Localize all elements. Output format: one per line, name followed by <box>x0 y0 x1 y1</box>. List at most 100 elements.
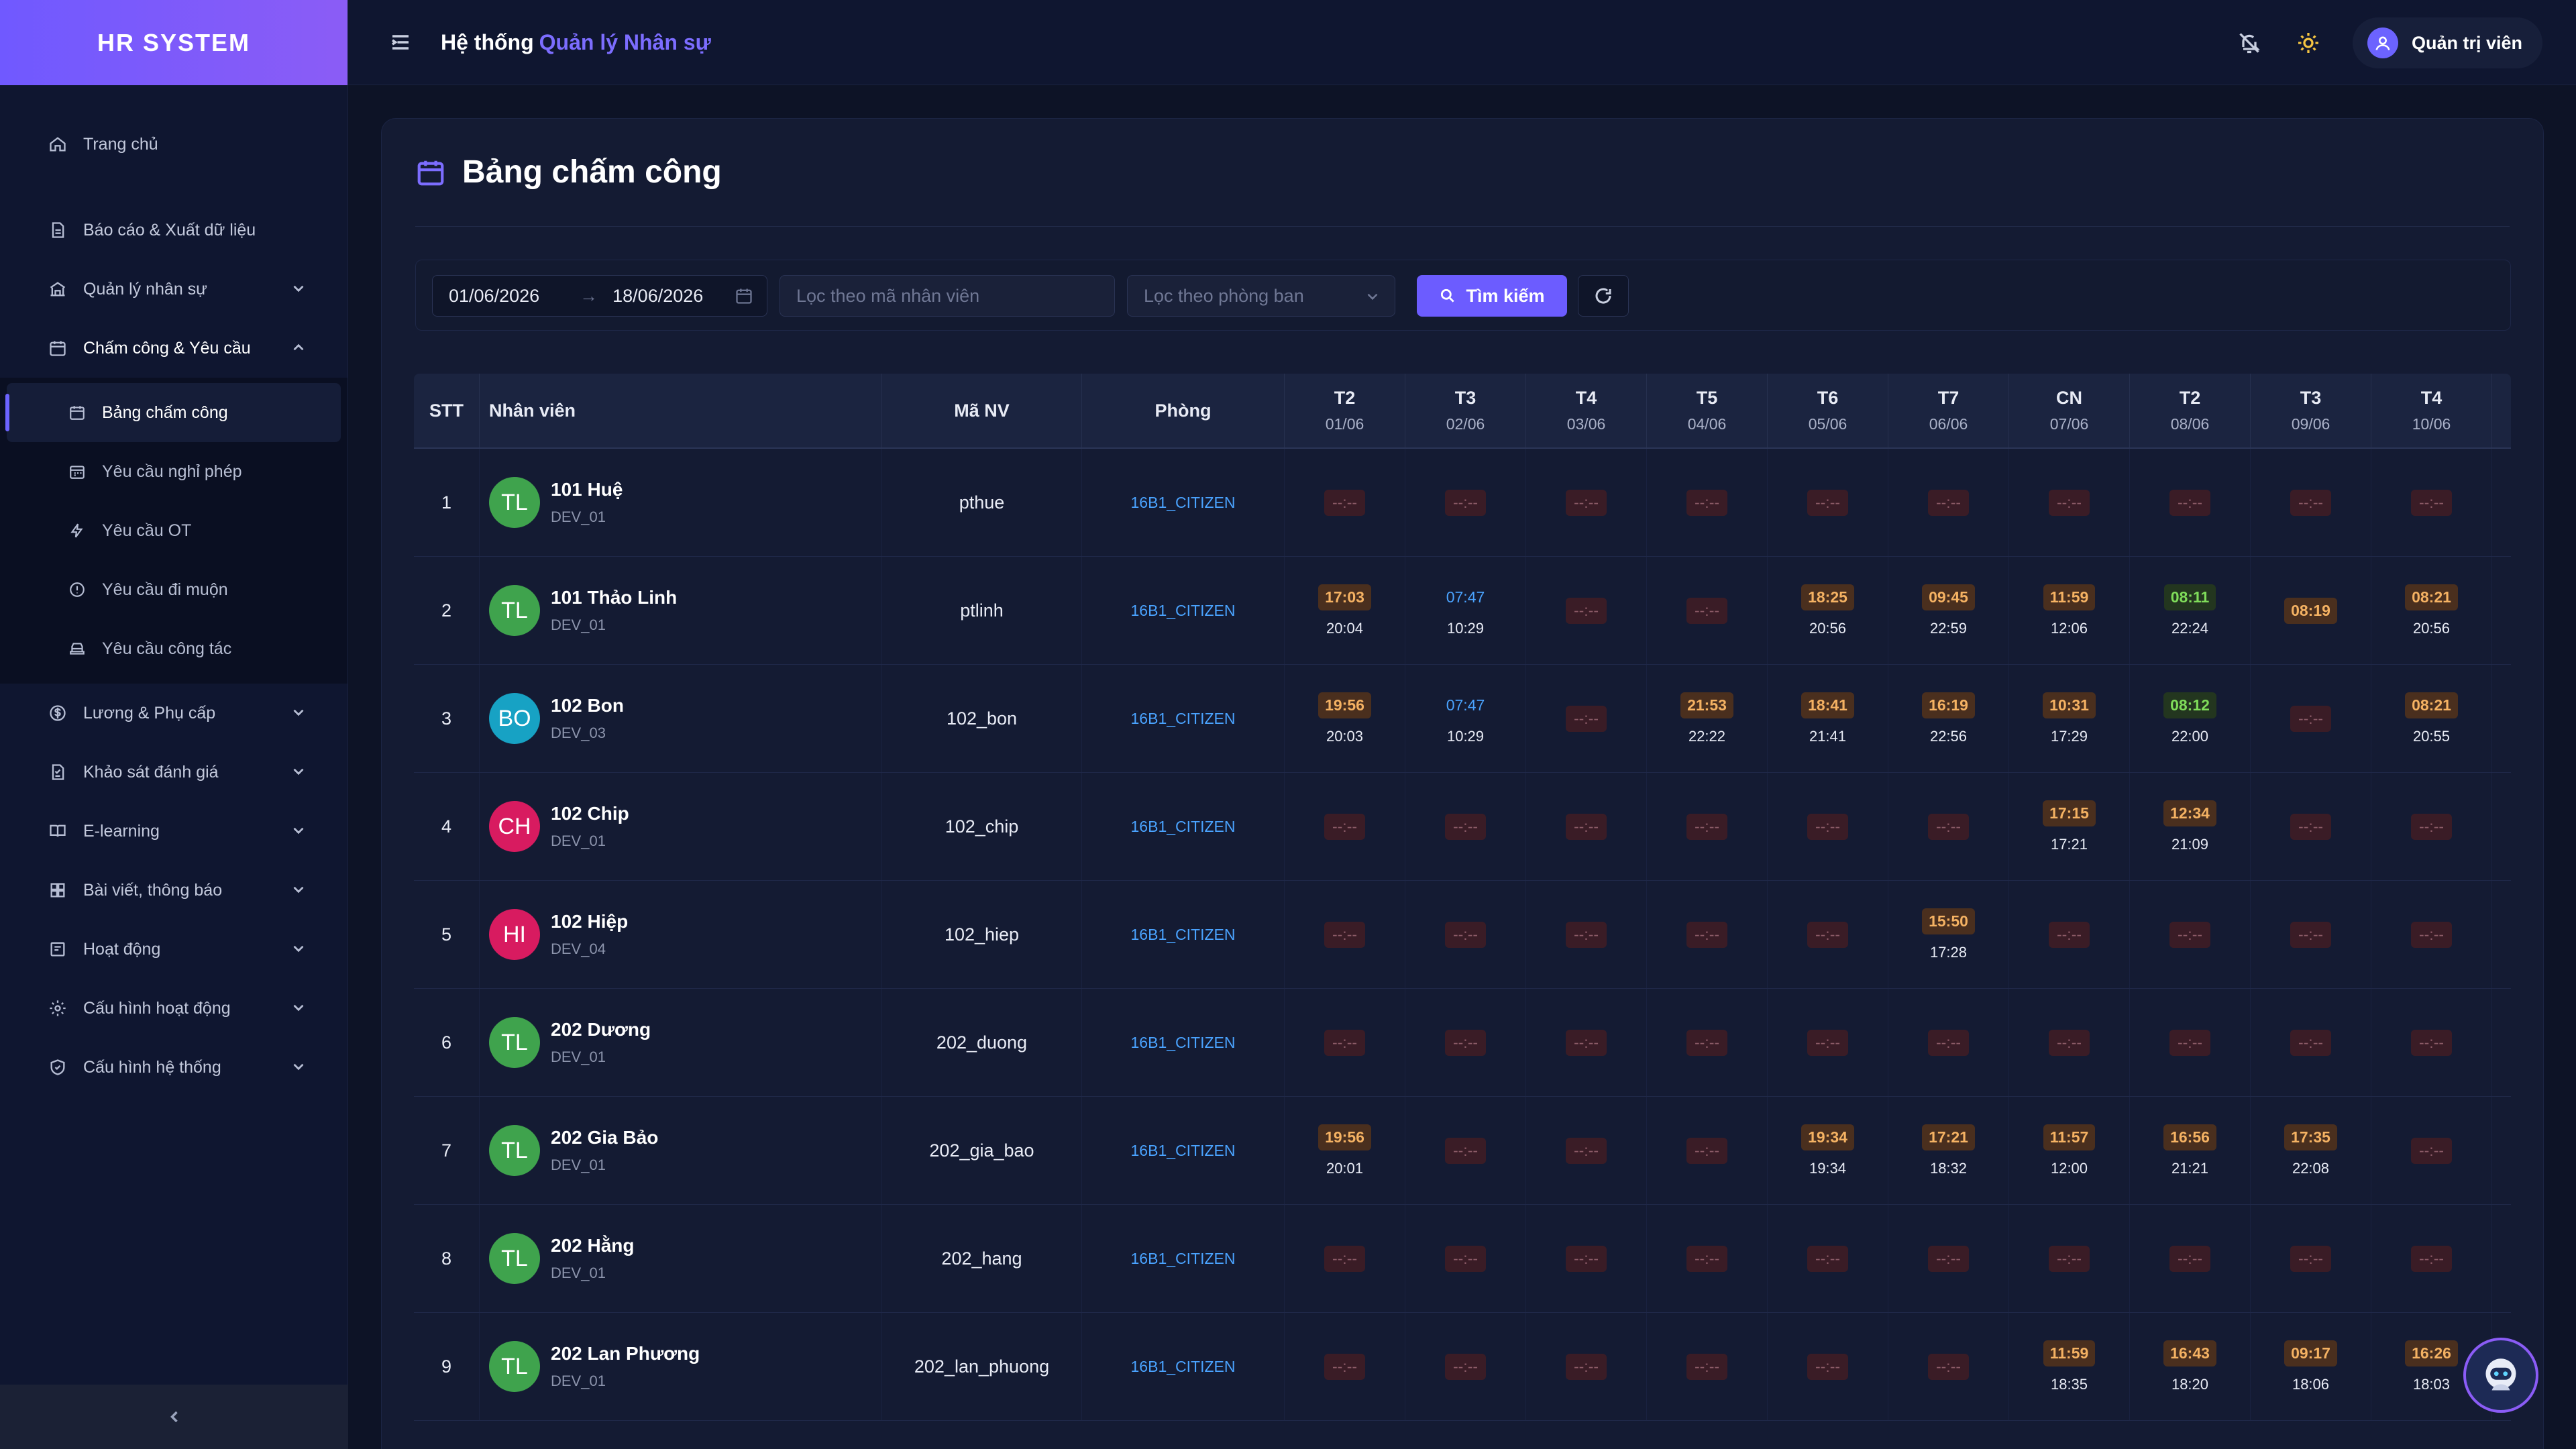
attendance-cell[interactable]: --:-- <box>1647 773 1768 880</box>
attendance-cell[interactable]: 11:59 18:35 <box>2009 1313 2130 1420</box>
sidebar-subitem-timesheet[interactable]: Bảng chấm công <box>5 383 341 442</box>
attendance-cell[interactable]: --:-- <box>1526 557 1647 664</box>
sidebar-item-hr[interactable]: Quản lý nhân sự <box>0 260 347 319</box>
attendance-cell[interactable]: 09:45 22:59 <box>1888 557 2009 664</box>
column-header-code[interactable]: Mã NV <box>882 374 1082 447</box>
attendance-cell[interactable]: 16:43 18:20 <box>2130 1313 2251 1420</box>
attendance-cell[interactable]: --:-- <box>1647 1313 1768 1420</box>
attendance-cell[interactable]: --:-- <box>1768 773 1888 880</box>
date-range-picker[interactable]: 01/06/2026 → 18/06/2026 <box>432 275 767 317</box>
sidebar-item-salary[interactable]: Lương & Phụ cấp <box>0 684 347 743</box>
notification-off-icon[interactable] <box>2235 28 2264 58</box>
attendance-cell[interactable]: --:-- <box>1285 773 1405 880</box>
sidebar-item-system-config[interactable]: Cấu hình hệ thống <box>0 1038 347 1097</box>
table-row[interactable]: 8 TL 202 Hằng DEV_01 202_hang 16B1_CITIZEN --:… <box>414 1205 2511 1313</box>
user-menu-button[interactable]: Quản trị viên <box>2352 17 2542 68</box>
attendance-cell[interactable]: --:-- <box>1647 557 1768 664</box>
brand-logo[interactable]: HR SYSTEM <box>0 0 347 85</box>
attendance-cell[interactable]: --:-- <box>1647 449 1768 556</box>
attendance-cell[interactable]: 17:15 17:21 <box>2009 773 2130 880</box>
attendance-cell[interactable]: --:-- <box>1768 1313 1888 1420</box>
attendance-cell[interactable]: --:-- <box>1647 881 1768 988</box>
department-link[interactable]: 16B1_CITIZEN <box>1131 1142 1236 1160</box>
department-link[interactable]: 16B1_CITIZEN <box>1131 494 1236 512</box>
attendance-cell[interactable]: --:-- <box>2371 1097 2492 1204</box>
sidebar-item-activity-config[interactable]: Cấu hình hoạt động <box>0 979 347 1038</box>
attendance-cell[interactable]: --:-- <box>2130 449 2251 556</box>
column-header-department[interactable]: Phòng <box>1082 374 1285 447</box>
sidebar-item-posts[interactable]: Bài viết, thông báo <box>0 861 347 920</box>
attendance-cell[interactable]: 17:21 18:32 <box>1888 1097 2009 1204</box>
sidebar-subitem-leave[interactable]: Yêu cầu nghỉ phép <box>0 442 347 501</box>
sidebar-item-reports[interactable]: Báo cáo & Xuất dữ liệu <box>0 201 347 260</box>
attendance-cell[interactable]: --:-- <box>2371 1205 2492 1312</box>
attendance-cell[interactable]: --:-- <box>1285 989 1405 1096</box>
table-row[interactable]: 1 TL 101 Huệ DEV_01 pthue 16B1_CITIZEN --:-- --… <box>414 449 2511 557</box>
sidebar-item-elearning[interactable]: E-learning <box>0 802 347 861</box>
attendance-cell[interactable]: --:-- <box>2251 449 2371 556</box>
department-link[interactable]: 16B1_CITIZEN <box>1131 926 1236 944</box>
attendance-cell[interactable]: --:-- <box>1285 1313 1405 1420</box>
attendance-cell[interactable]: --:-- <box>1888 989 2009 1096</box>
search-button[interactable]: Tìm kiếm <box>1417 275 1567 317</box>
attendance-cell[interactable]: --:-- <box>1888 773 2009 880</box>
attendance-cell[interactable]: --:-- <box>1647 1097 1768 1204</box>
attendance-cell[interactable]: --:-- <box>2130 989 2251 1096</box>
attendance-cell[interactable]: 08:12 22:00 <box>2130 665 2251 772</box>
attendance-cell[interactable]: --:-- <box>1405 989 1526 1096</box>
date-from[interactable]: 01/06/2026 <box>449 286 539 307</box>
attendance-cell[interactable]: 19:56 20:01 <box>1285 1097 1405 1204</box>
attendance-cell[interactable]: --:-- <box>2251 1205 2371 1312</box>
department-link[interactable]: 16B1_CITIZEN <box>1131 818 1236 836</box>
attendance-cell[interactable]: --:-- <box>1768 881 1888 988</box>
attendance-cell[interactable]: --:-- <box>1405 1313 1526 1420</box>
attendance-cell[interactable]: 15:50 17:28 <box>1888 881 2009 988</box>
attendance-cell[interactable]: 08:19 <box>2251 557 2371 664</box>
attendance-cell[interactable]: --:-- <box>1888 1313 2009 1420</box>
sidebar-item-home[interactable]: Trang chủ <box>0 115 347 174</box>
attendance-cell[interactable]: --:-- <box>1285 881 1405 988</box>
attendance-cell[interactable]: --:-- <box>1768 989 1888 1096</box>
sidebar-subitem-late[interactable]: Yêu cầu đi muộn <box>0 560 347 619</box>
attendance-cell[interactable]: 12:34 21:09 <box>2130 773 2251 880</box>
attendance-cell[interactable]: --:-- <box>2009 1205 2130 1312</box>
attendance-cell[interactable]: 08:11 22:24 <box>2130 557 2251 664</box>
attendance-cell[interactable]: 10:31 17:29 <box>2009 665 2130 772</box>
attendance-cell[interactable]: --:-- <box>2371 881 2492 988</box>
attendance-cell[interactable]: --:-- <box>1405 881 1526 988</box>
department-link[interactable]: 16B1_CITIZEN <box>1131 1034 1236 1052</box>
department-filter-select[interactable]: Lọc theo phòng ban <box>1127 275 1395 317</box>
attendance-cell[interactable]: 18:41 21:41 <box>1768 665 1888 772</box>
table-row[interactable]: 4 CH 102 Chip DEV_01 102_chip 16B1_CITIZEN --:… <box>414 773 2511 881</box>
sidebar-subitem-ot[interactable]: Yêu cầu OT <box>0 501 347 560</box>
sidebar-collapse-button[interactable] <box>0 1385 348 1449</box>
attendance-cell[interactable]: --:-- <box>2371 449 2492 556</box>
table-row[interactable]: 6 TL 202 Dương DEV_01 202_duong 16B1_CITIZEN -… <box>414 989 2511 1097</box>
attendance-cell[interactable]: 21:53 22:22 <box>1647 665 1768 772</box>
chatbot-assistant-button[interactable] <box>2463 1338 2538 1413</box>
reset-button[interactable] <box>1578 275 1629 317</box>
attendance-cell[interactable]: 11:59 12:06 <box>2009 557 2130 664</box>
attendance-cell[interactable]: --:-- <box>1888 1205 2009 1312</box>
sidebar-subitem-business-trip[interactable]: Yêu cầu công tác <box>0 619 347 678</box>
attendance-cell[interactable]: 16:19 22:56 <box>1888 665 2009 772</box>
table-row[interactable]: 9 TL 202 Lan Phương DEV_01 202_lan_phuong 16B… <box>414 1313 2511 1421</box>
date-to[interactable]: 18/06/2026 <box>612 286 703 307</box>
attendance-cell[interactable]: --:-- <box>2251 773 2371 880</box>
attendance-cell[interactable]: --:-- <box>1405 1205 1526 1312</box>
attendance-cell[interactable]: --:-- <box>1526 989 1647 1096</box>
attendance-cell[interactable]: --:-- <box>1405 449 1526 556</box>
attendance-cell[interactable]: --:-- <box>1526 665 1647 772</box>
attendance-cell[interactable]: --:-- <box>2251 665 2371 772</box>
table-row[interactable]: 7 TL 202 Gia Bảo DEV_01 202_gia_bao 16B1_CITI… <box>414 1097 2511 1205</box>
theme-toggle-sun-icon[interactable] <box>2294 28 2323 58</box>
attendance-cell[interactable]: --:-- <box>2130 881 2251 988</box>
attendance-cell[interactable]: 07:47 10:29 <box>1405 557 1526 664</box>
attendance-cell[interactable]: --:-- <box>2371 773 2492 880</box>
attendance-cell[interactable]: --:-- <box>1768 449 1888 556</box>
attendance-cell[interactable]: --:-- <box>1888 449 2009 556</box>
sidebar-item-attendance[interactable]: Chấm công & Yêu cầu <box>0 319 347 378</box>
attendance-cell[interactable]: 16:56 21:21 <box>2130 1097 2251 1204</box>
attendance-cell[interactable]: --:-- <box>2009 881 2130 988</box>
attendance-cell[interactable]: --:-- <box>1526 881 1647 988</box>
